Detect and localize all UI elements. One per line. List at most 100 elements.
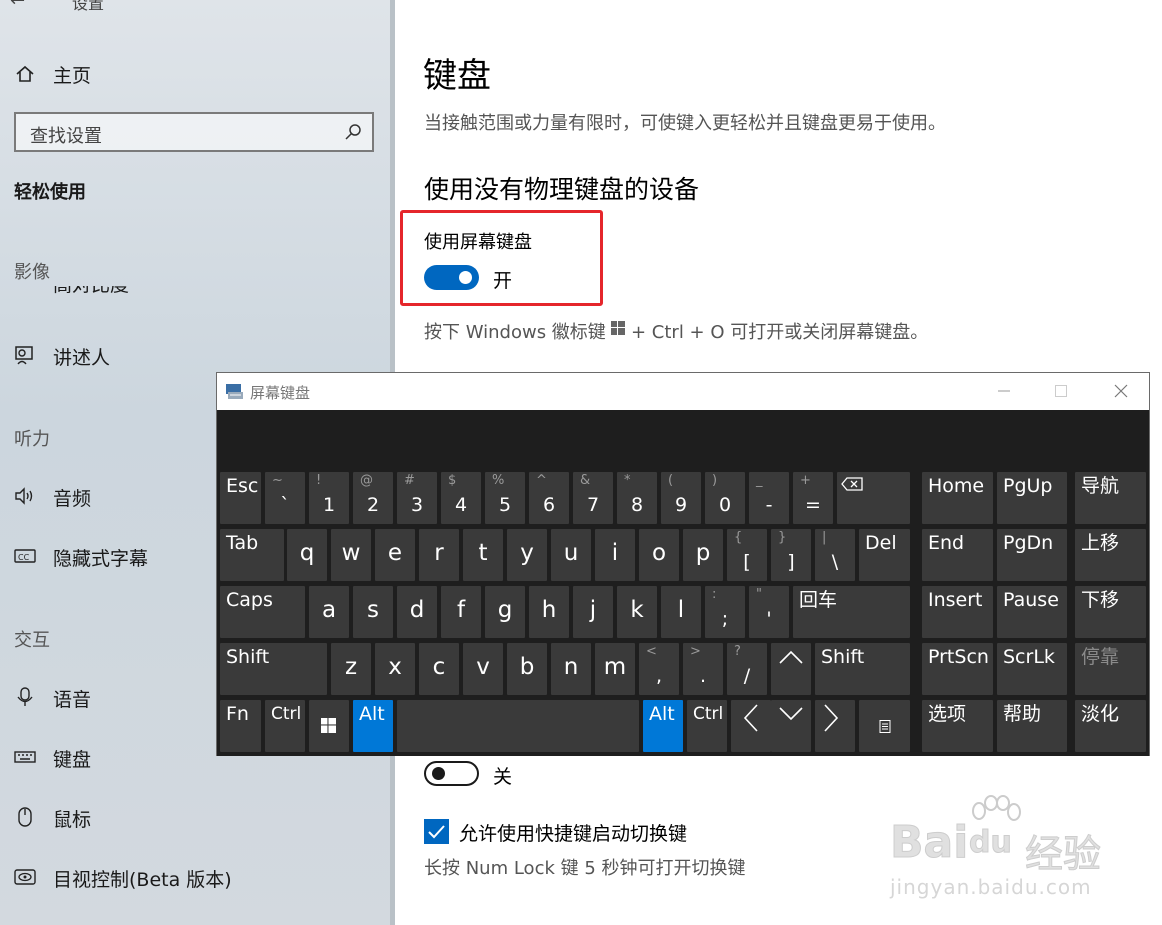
key-comma[interactable]: <, bbox=[639, 643, 679, 695]
key-pgdn[interactable]: PgDn bbox=[997, 529, 1067, 581]
key-1[interactable]: ! 1 bbox=[309, 472, 349, 524]
key-ctrl-right[interactable]: Ctrl bbox=[687, 700, 727, 752]
osk-titlebar[interactable]: 屏幕键盘 bbox=[217, 373, 1149, 410]
key-open-bracket[interactable]: {[ bbox=[727, 529, 767, 581]
key-prtscn[interactable]: PrtScn bbox=[922, 643, 993, 695]
key-end[interactable]: End bbox=[922, 529, 993, 581]
nav-captions[interactable]: 隐藏式字幕 bbox=[53, 544, 148, 571]
key-nav[interactable]: 导航 bbox=[1075, 472, 1146, 524]
back-arrow-icon[interactable]: ← bbox=[10, 0, 25, 11]
key-y[interactable]: y bbox=[507, 529, 547, 581]
key-backslash[interactable]: | \ bbox=[815, 529, 855, 581]
sticky-keys-toggle[interactable] bbox=[424, 761, 479, 786]
key-arrow-right[interactable] bbox=[815, 700, 855, 752]
key-k[interactable]: k bbox=[617, 586, 657, 638]
key-z[interactable]: z bbox=[331, 643, 371, 695]
key-5[interactable]: % 5 bbox=[485, 472, 525, 524]
nav-eye-control[interactable]: 目视控制(Beta 版本) bbox=[53, 865, 232, 892]
shortcut-checkbox[interactable] bbox=[424, 819, 449, 844]
key-backtick[interactable]: ~ ` bbox=[265, 472, 305, 524]
key-8[interactable]: * 8 bbox=[617, 472, 657, 524]
search-input[interactable]: 查找设置 bbox=[14, 112, 374, 152]
key-f[interactable]: f bbox=[441, 586, 481, 638]
key-2[interactable]: @2 bbox=[353, 472, 393, 524]
key-menu[interactable] bbox=[859, 700, 910, 752]
key-c[interactable]: c bbox=[419, 643, 459, 695]
key-alt-right[interactable]: Alt bbox=[643, 700, 683, 752]
key-fade[interactable]: 淡化 bbox=[1075, 700, 1146, 752]
key-fn[interactable]: Fn bbox=[220, 700, 261, 752]
key-ctrl-left[interactable]: Ctrl bbox=[265, 700, 305, 752]
key-windows[interactable] bbox=[309, 700, 349, 752]
key-j[interactable]: j bbox=[573, 586, 613, 638]
key-n[interactable]: n bbox=[551, 643, 591, 695]
close-icon[interactable] bbox=[1112, 382, 1130, 400]
search-icon[interactable] bbox=[344, 123, 362, 141]
key-s[interactable]: s bbox=[353, 586, 393, 638]
key-close-bracket[interactable]: }] bbox=[771, 529, 811, 581]
key-arrow-down[interactable] bbox=[771, 700, 811, 752]
nav-narrator[interactable]: 讲述人 bbox=[53, 343, 110, 370]
key-3[interactable]: #3 bbox=[397, 472, 437, 524]
key-shift-left[interactable]: Shift bbox=[220, 643, 327, 695]
key-9[interactable]: (9 bbox=[661, 472, 701, 524]
key-enter[interactable]: 回车 bbox=[793, 586, 910, 638]
osk-window[interactable]: 屏幕键盘 Esc ~ ` ! 1 @2 #3 $4 % 5 ^ 6 & 7 * 8 (9 )… bbox=[216, 372, 1150, 756]
osk-toggle[interactable] bbox=[424, 265, 479, 290]
key-m[interactable]: m bbox=[595, 643, 635, 695]
key-x[interactable]: x bbox=[375, 643, 415, 695]
key-alt-left[interactable]: Alt bbox=[353, 700, 393, 752]
key-move-down[interactable]: 下移 bbox=[1075, 586, 1146, 638]
key-l[interactable]: l bbox=[661, 586, 701, 638]
key-arrow-up[interactable] bbox=[771, 643, 811, 695]
key-minus[interactable]: _ - bbox=[749, 472, 789, 524]
key-i[interactable]: i bbox=[595, 529, 635, 581]
key-6[interactable]: ^ 6 bbox=[529, 472, 569, 524]
key-arrow-left[interactable] bbox=[731, 700, 771, 752]
key-u[interactable]: u bbox=[551, 529, 591, 581]
key-equals[interactable]: + = bbox=[793, 472, 833, 524]
key-r[interactable]: r bbox=[419, 529, 459, 581]
key-pause[interactable]: Pause bbox=[997, 586, 1067, 638]
key-dock[interactable]: 停靠 bbox=[1075, 643, 1146, 695]
key-q[interactable]: q bbox=[287, 529, 327, 581]
key-b[interactable]: b bbox=[507, 643, 547, 695]
key-esc[interactable]: Esc bbox=[220, 472, 261, 524]
key-7[interactable]: & 7 bbox=[573, 472, 613, 524]
key-e[interactable]: e bbox=[375, 529, 415, 581]
key-shift-right[interactable]: Shift bbox=[815, 643, 910, 695]
key-d[interactable]: d bbox=[397, 586, 437, 638]
nav-speech[interactable]: 语音 bbox=[53, 685, 91, 712]
key-tab[interactable]: Tab bbox=[220, 529, 284, 581]
key-caps[interactable]: Caps bbox=[220, 586, 305, 638]
key-slash[interactable]: ? / bbox=[727, 643, 767, 695]
nav-high-contrast-partial[interactable]: 高对比度 bbox=[53, 286, 129, 306]
key-a[interactable]: a bbox=[309, 586, 349, 638]
nav-mouse[interactable]: 鼠标 bbox=[53, 805, 91, 832]
key-h[interactable]: h bbox=[529, 586, 569, 638]
key-t[interactable]: t bbox=[463, 529, 503, 581]
key-semicolon[interactable]: :; bbox=[705, 586, 745, 638]
key-options[interactable]: 选项 bbox=[922, 700, 993, 752]
key-backspace[interactable] bbox=[837, 472, 910, 524]
key-p[interactable]: p bbox=[683, 529, 723, 581]
key-pgup[interactable]: PgUp bbox=[997, 472, 1067, 524]
nav-keyboard[interactable]: 键盘 bbox=[53, 745, 91, 772]
nav-home[interactable]: 主页 bbox=[53, 61, 91, 88]
key-help[interactable]: 帮助 bbox=[997, 700, 1067, 752]
key-v[interactable]: v bbox=[463, 643, 503, 695]
key-quote[interactable]: " ' bbox=[749, 586, 789, 638]
key-insert[interactable]: Insert bbox=[922, 586, 993, 638]
key-del[interactable]: Del bbox=[859, 529, 910, 581]
key-scrlk[interactable]: ScrLk bbox=[997, 643, 1067, 695]
key-space[interactable] bbox=[397, 700, 639, 752]
nav-audio[interactable]: 音频 bbox=[53, 484, 91, 511]
key-period[interactable]: >. bbox=[683, 643, 723, 695]
key-o[interactable]: o bbox=[639, 529, 679, 581]
key-0[interactable]: ) 0 bbox=[705, 472, 745, 524]
key-move-up[interactable]: 上移 bbox=[1075, 529, 1146, 581]
key-w[interactable]: w bbox=[331, 529, 371, 581]
maximize-icon[interactable] bbox=[1052, 382, 1070, 400]
key-4[interactable]: $4 bbox=[441, 472, 481, 524]
minimize-icon[interactable] bbox=[995, 382, 1013, 400]
